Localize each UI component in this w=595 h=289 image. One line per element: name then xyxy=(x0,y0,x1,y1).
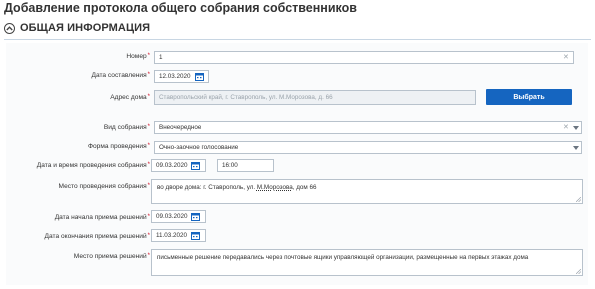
decisions-start-value: 09.03.2020 xyxy=(156,213,188,220)
number-value: 1 xyxy=(159,54,163,61)
required-mark: * xyxy=(147,214,150,220)
meeting-datetime-label: Дата и время проведения собрания* xyxy=(36,162,150,169)
decisions-start-label: Дата начала приема решений* xyxy=(54,214,150,221)
calendar-icon[interactable] xyxy=(191,231,200,240)
select-address-button[interactable]: Выбрать xyxy=(486,89,572,105)
number-field[interactable]: 1 xyxy=(154,51,574,64)
decisions-place-label: Место приема решений* xyxy=(73,253,150,260)
clear-icon[interactable]: ✕ xyxy=(563,53,569,61)
chevron-up-circle-icon[interactable] xyxy=(4,22,15,34)
meeting-form-value: Очно-заочное голосование xyxy=(159,144,239,151)
decisions-end-label: Дата окончания приема решений* xyxy=(44,233,150,240)
required-mark: * xyxy=(147,183,150,189)
required-mark: * xyxy=(147,94,150,100)
chevron-down-icon[interactable] xyxy=(573,126,579,130)
meeting-type-label: Вид собрания* xyxy=(103,124,150,131)
number-label: Номер* xyxy=(126,53,150,60)
resize-handle-icon[interactable] xyxy=(576,197,581,202)
calendar-icon[interactable] xyxy=(195,72,204,81)
meeting-time-value: 16:00 xyxy=(222,162,238,169)
required-mark: * xyxy=(147,53,150,59)
address-field: Ставропольский край, г. Ставрополь, ул. … xyxy=(154,90,476,105)
meeting-place-label: Место проведения собрания* xyxy=(58,183,150,190)
meeting-form-label: Форма проведения* xyxy=(88,143,150,150)
calendar-icon[interactable] xyxy=(191,212,200,221)
calendar-icon[interactable] xyxy=(191,161,200,170)
required-mark: * xyxy=(147,253,150,259)
meeting-place-text: , дом 66 xyxy=(292,184,317,191)
meeting-place-street: М.Морозова xyxy=(256,184,293,191)
date-compiled-value: 12.03.2020 xyxy=(159,73,191,80)
meeting-time-field[interactable]: 16:00 xyxy=(217,159,274,172)
required-mark: * xyxy=(147,72,150,78)
page-title: Добавление протокола общего собрания соб… xyxy=(4,1,357,15)
section-divider xyxy=(4,39,591,40)
address-label: Адрес дома* xyxy=(110,94,150,101)
meeting-date-value: 09.03.2020 xyxy=(156,162,188,169)
meeting-place-text: г. Ставрополь, ул. xyxy=(203,184,257,191)
decisions-place-text: письменные решение передавались через по… xyxy=(157,254,529,261)
clear-icon[interactable]: ✕ xyxy=(563,123,569,131)
section-title: ОБЩАЯ ИНФОРМАЦИЯ xyxy=(20,22,151,34)
meeting-type-value: Внеочередное xyxy=(159,124,202,131)
decisions-end-value: 11.03.2020 xyxy=(156,232,188,239)
resize-handle-icon[interactable] xyxy=(576,269,581,274)
required-mark: * xyxy=(147,124,150,130)
date-compiled-label: Дата составления* xyxy=(91,72,151,79)
chevron-down-icon[interactable] xyxy=(573,146,579,150)
meeting-place-text: во дворе дома: xyxy=(157,184,204,191)
section-header[interactable]: ОБЩАЯ ИНФОРМАЦИЯ xyxy=(4,20,150,36)
meeting-place-textarea[interactable]: во дворе дома: г. Ставрополь, ул. М.Моро… xyxy=(151,179,583,204)
required-mark: * xyxy=(147,162,150,168)
address-value: Ставропольский край, г. Ставрополь, ул. … xyxy=(159,94,333,101)
decisions-place-textarea[interactable]: письменные решение передавались через по… xyxy=(151,249,583,276)
required-mark: * xyxy=(147,233,150,239)
meeting-type-select[interactable]: Внеочередное xyxy=(154,121,582,134)
meeting-form-select[interactable]: Очно-заочное голосование xyxy=(154,141,582,154)
required-mark: * xyxy=(147,143,150,149)
